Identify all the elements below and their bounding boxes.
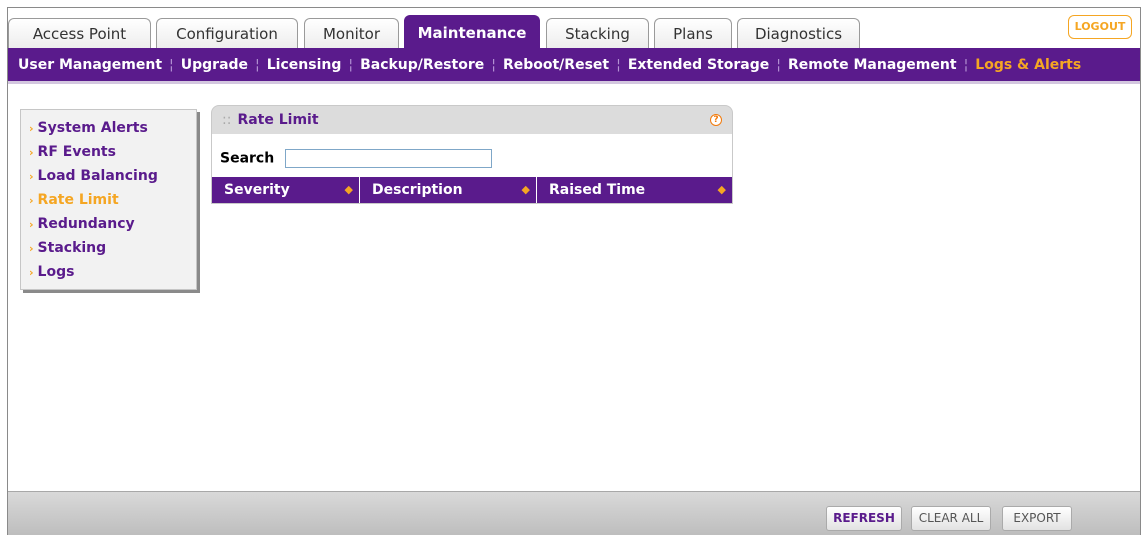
column-label: Severity [224,182,290,198]
menu-item-rate-limit[interactable]: › Rate Limit [21,188,196,212]
menu-item-stacking[interactable]: › Stacking [21,236,196,260]
menu-item-label: Stacking [37,240,107,256]
chevron-right-icon: › [29,122,34,135]
menu-item-rf-events[interactable]: › RF Events [21,140,196,164]
sort-icon[interactable]: ◆ [345,177,353,203]
column-label: Raised Time [549,182,646,198]
chevron-right-icon: › [29,194,34,207]
chevron-right-icon: › [29,218,34,231]
search-label: Search [220,150,275,167]
subnav-reboot-reset[interactable]: Reboot/Reset [503,48,609,82]
subnav-remote-management[interactable]: Remote Management [788,48,957,82]
clear-all-button[interactable]: CLEAR ALL [911,506,991,531]
menu-item-label: Redundancy [37,216,135,232]
menu-item-load-balancing[interactable]: › Load Balancing [21,164,196,188]
subnav-backup-restore[interactable]: Backup/Restore [360,48,484,82]
column-label: Description [372,182,463,198]
menu-item-label: System Alerts [37,120,148,136]
tab-maintenance[interactable]: Maintenance [404,15,540,50]
table-header: Severity ◆ Description ◆ Raised Time ◆ [211,177,733,204]
menu-item-label: Logs [37,264,75,280]
chevron-right-icon: › [29,242,34,255]
app-frame: Access Point Configuration Monitor Maint… [7,7,1141,535]
menu-item-logs[interactable]: › Logs [21,260,196,284]
subnav-separator: ¦ [616,57,621,73]
export-button[interactable]: EXPORT [1002,506,1072,531]
subnav-separator: ¦ [255,57,260,73]
subnav-licensing[interactable]: Licensing [267,48,342,82]
sub-navigation: User Management ¦ Upgrade ¦ Licensing ¦ Backup… [8,48,1140,84]
chevron-right-icon: › [29,146,34,159]
chevron-right-icon: › [29,266,34,279]
sort-icon[interactable]: ◆ [522,177,530,203]
column-header-raised-time[interactable]: Raised Time ◆ [537,177,732,203]
subnav-separator: ¦ [491,57,496,73]
sort-icon[interactable]: ◆ [718,177,726,203]
column-header-severity[interactable]: Severity ◆ [212,177,360,203]
subnav-user-management[interactable]: User Management [18,48,162,82]
subnav-upgrade[interactable]: Upgrade [181,48,248,82]
menu-item-label: RF Events [37,144,116,160]
search-row: Search [211,134,733,177]
subnav-logs-alerts[interactable]: Logs & Alerts [975,48,1081,82]
column-header-description[interactable]: Description ◆ [360,177,537,203]
subnav-extended-storage[interactable]: Extended Storage [628,48,769,82]
subnav-separator: ¦ [169,57,174,73]
panel-header: :: Rate Limit ? [211,105,733,134]
menu-item-system-alerts[interactable]: › System Alerts [21,116,196,140]
chevron-right-icon: › [29,170,34,183]
panel-title: Rate Limit [237,112,319,128]
tab-plans[interactable]: Plans [654,18,732,50]
refresh-button[interactable]: REFRESH [826,506,902,531]
menu-item-label: Load Balancing [37,168,158,184]
tab-diagnostics[interactable]: Diagnostics [737,18,860,50]
subnav-separator: ¦ [776,57,781,73]
menu-item-redundancy[interactable]: › Redundancy [21,212,196,236]
logout-button[interactable]: LOGOUT [1068,15,1132,39]
tab-access-point[interactable]: Access Point [8,18,151,50]
tab-configuration[interactable]: Configuration [156,18,298,50]
tab-stacking[interactable]: Stacking [546,18,649,50]
drag-grip-icon: :: [222,112,232,128]
subnav-separator: ¦ [963,57,969,73]
footer-bar: REFRESH CLEAR ALL EXPORT [8,491,1140,535]
rate-limit-panel: :: Rate Limit ? Search Severity ◆ Descript… [211,105,733,208]
help-icon[interactable]: ? [710,114,722,126]
menu-item-label: Rate Limit [37,192,119,208]
top-tab-bar: Access Point Configuration Monitor Maint… [8,8,1140,50]
subnav-separator: ¦ [348,57,354,73]
tab-monitor[interactable]: Monitor [304,18,399,50]
left-menu: › System Alerts › RF Events › Load Balancin… [20,109,197,290]
search-input[interactable] [285,149,493,168]
